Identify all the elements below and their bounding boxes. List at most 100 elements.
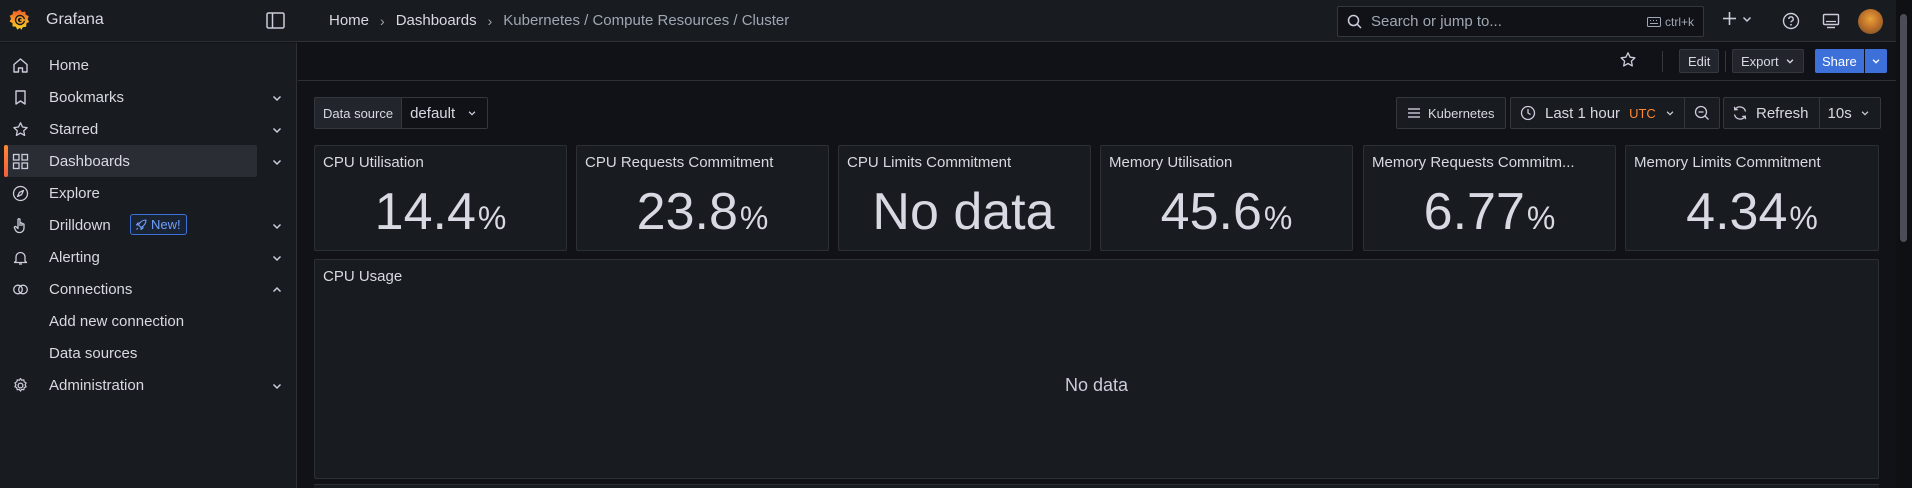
sidebar-item-bookmarks[interactable]: Bookmarks [0, 81, 297, 113]
stat-number: 23.8 [636, 183, 738, 241]
sidebar-item-administration[interactable]: Administration [0, 369, 297, 401]
stat-panel-cpu-utilisation[interactable]: CPU Utilisation 14.4% [314, 145, 567, 251]
user-avatar[interactable] [1858, 9, 1883, 34]
dock-menu-icon[interactable] [266, 12, 285, 29]
stat-value: 4.34% [1626, 186, 1878, 238]
chevron-down-icon [468, 111, 476, 116]
sidebar-item-label: Drilldown [49, 216, 111, 234]
new-menu-button[interactable] [1722, 11, 1753, 26]
stat-panel-memory-limits-commitment[interactable]: Memory Limits Commitment 4.34% [1625, 145, 1879, 251]
zoom-out-button[interactable] [1685, 98, 1719, 128]
sidebar-item-label: Administration [49, 376, 145, 394]
toolbar-divider [1725, 51, 1726, 72]
sidebar-item-explore[interactable]: Explore [0, 177, 297, 209]
stat-panel-memory-utilisation[interactable]: Memory Utilisation 45.6% [1100, 145, 1353, 251]
stat-panel-cpu-limits-commitment[interactable]: CPU Limits Commitment No data [838, 145, 1091, 251]
stat-number: No data [872, 183, 1055, 241]
sidebar-subitem-add-new-connection[interactable]: Add new connection [49, 313, 184, 330]
stat-value: 23.8% [577, 186, 828, 238]
bell-icon [13, 251, 28, 265]
panel-title: CPU Utilisation [323, 154, 424, 171]
stat-panel-cpu-requests-commitment[interactable]: CPU Requests Commitment 23.8% [576, 145, 829, 251]
stat-unit: % [1526, 200, 1556, 236]
refresh-interval-select[interactable]: 10s [1820, 98, 1880, 128]
export-button[interactable]: Export [1732, 49, 1804, 73]
datasource-variable: Data source default [314, 97, 489, 129]
stat-number: 4.34 [1686, 183, 1788, 241]
time-range-label: Last 1 hour [1545, 104, 1621, 122]
toolbar-divider [1662, 51, 1663, 72]
clock-icon [1520, 105, 1536, 121]
stat-value: 45.6% [1101, 186, 1352, 238]
compass-icon [12, 185, 29, 202]
sidebar-item-drilldown[interactable]: Drilldown New! [0, 209, 297, 241]
datasource-select[interactable]: default [402, 98, 488, 128]
new-badge-label: New! [151, 217, 181, 232]
refresh-interval-value: 10s [1827, 104, 1852, 122]
sidebar: Home Bookmarks Starred Dashboards Explor… [0, 43, 297, 488]
sidebar-item-label: Alerting [49, 248, 100, 266]
search-placeholder: Search or jump to... [1371, 13, 1502, 30]
datasource-label: Data source [315, 98, 403, 128]
time-range-picker: Last 1 hour UTC [1510, 97, 1720, 129]
scrollbar-thumb[interactable] [1900, 14, 1907, 242]
edit-button[interactable]: Edit [1679, 49, 1720, 73]
plus-icon [1723, 12, 1736, 25]
share-button-group: Share [1815, 49, 1887, 73]
home-link[interactable]: Grafana [8, 8, 104, 32]
panel-title: Memory Utilisation [1109, 154, 1233, 171]
chevron-down-icon [1666, 111, 1674, 116]
mark-as-favorite-icon[interactable] [1619, 51, 1637, 69]
panel-title: CPU Requests Commitment [585, 154, 774, 171]
stat-unit: % [739, 200, 769, 236]
panel-title: Memory Limits Commitment [1634, 154, 1821, 171]
sidebar-item-home[interactable]: Home [0, 49, 297, 81]
kubernetes-label: Kubernetes [1428, 105, 1495, 121]
panel-title: CPU Usage [323, 268, 403, 285]
keyboard-icon [1646, 16, 1661, 27]
panel-title: CPU Limits Commitment [847, 154, 1012, 171]
cpu-usage-panel[interactable]: CPU Usage No data [314, 259, 1879, 479]
chevron-down-icon[interactable] [271, 156, 283, 168]
sidebar-item-label: Connections [49, 280, 133, 298]
chevron-down-icon[interactable] [271, 124, 283, 136]
breadcrumb-dashboards[interactable]: Dashboards [396, 12, 477, 29]
sidebar-item-starred[interactable]: Starred [0, 113, 297, 145]
connections-icon [13, 284, 28, 295]
kubernetes-links-button[interactable]: Kubernetes [1396, 97, 1506, 129]
chevron-down-icon[interactable] [271, 220, 283, 232]
sync-icon [1733, 106, 1747, 120]
sidebar-subitem-data-sources[interactable]: Data sources [49, 345, 137, 362]
sidebar-item-alerting[interactable]: Alerting [0, 241, 297, 273]
breadcrumb-home[interactable]: Home [329, 12, 369, 29]
bars-icon [1408, 108, 1420, 118]
sidebar-item-dashboards[interactable]: Dashboards [0, 145, 297, 177]
chevron-down-icon [1861, 111, 1869, 116]
stat-panel-memory-requests-commitment[interactable]: Memory Requests Commitm... 6.77% [1363, 145, 1616, 251]
chevron-down-icon[interactable] [271, 380, 283, 392]
sidebar-item-connections[interactable]: Connections [0, 273, 297, 305]
shortcut-text: ctrl+k [1664, 14, 1694, 29]
export-label: Export [1741, 53, 1779, 69]
stat-value: No data [839, 186, 1090, 238]
timezone-label: UTC [1629, 105, 1656, 121]
help-icon[interactable] [1782, 12, 1800, 30]
chevron-right-icon: › [380, 12, 385, 29]
chevron-down-icon[interactable] [271, 92, 283, 104]
chevron-down-icon [1786, 59, 1793, 64]
time-range-button[interactable]: Last 1 hour UTC [1511, 98, 1685, 128]
kiosk-mode-icon[interactable] [1822, 12, 1840, 30]
breadcrumb-current: Kubernetes / Compute Resources / Cluster [503, 12, 790, 29]
chevron-down-icon [1742, 16, 1752, 22]
chevron-down-icon [1872, 59, 1880, 64]
bookmark-icon [15, 90, 26, 105]
share-dropdown-button[interactable] [1864, 49, 1887, 73]
chevron-down-icon[interactable] [271, 252, 283, 264]
sidebar-item-label: Starred [49, 120, 99, 138]
share-button[interactable]: Share [1815, 49, 1864, 73]
refresh-button[interactable]: Refresh [1724, 98, 1820, 128]
chevron-up-icon[interactable] [271, 284, 283, 296]
search-input[interactable]: Search or jump to... ctrl+k [1337, 6, 1704, 37]
next-panel-edge [314, 484, 1879, 488]
sidebar-item-label: Bookmarks [49, 88, 125, 106]
